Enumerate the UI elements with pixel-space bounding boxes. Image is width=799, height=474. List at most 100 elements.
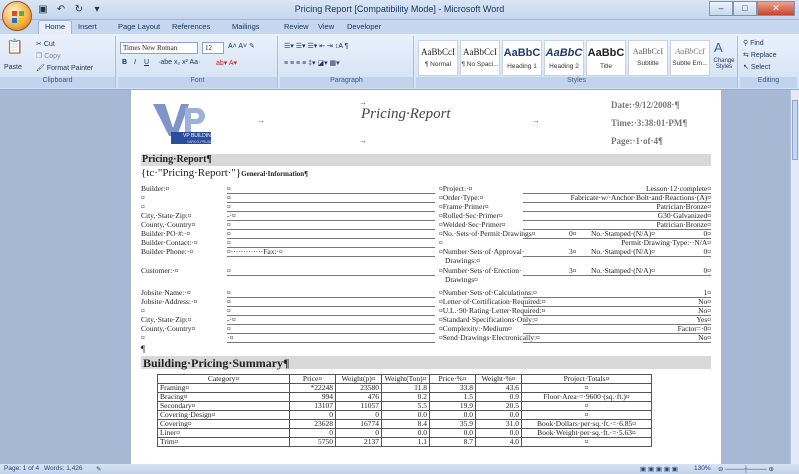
field-underline xyxy=(227,315,435,316)
info-value[interactable]: Patrician·Bronze¤ xyxy=(656,220,711,229)
table-cell: 1.1 xyxy=(381,437,430,447)
info-value[interactable]: ¤ xyxy=(227,229,231,238)
change-styles-label[interactable]: Change Styles xyxy=(712,58,736,70)
info-value[interactable]: -·¤ xyxy=(227,315,236,324)
office-button[interactable] xyxy=(2,1,32,31)
document-page[interactable]: VP BUILDINGS VARCO-PRUDEN Pricing·Report… xyxy=(131,90,721,464)
tab-view[interactable]: View xyxy=(318,22,334,31)
field-underline xyxy=(227,324,435,325)
bold-button[interactable]: B xyxy=(122,59,127,66)
style-heading-1[interactable]: AaBbC Heading 1 xyxy=(502,40,542,76)
tab-mark-icon: → xyxy=(359,98,367,107)
info-value[interactable]: ¤ xyxy=(227,184,231,193)
info-value[interactable]: Lesson·12·complete¤ xyxy=(646,184,711,193)
stamped-label: No.·Stamped·(N/A)¤ xyxy=(591,266,655,275)
tab-insert[interactable]: Insert xyxy=(78,22,97,31)
page-count[interactable]: Page: 1 of 4 xyxy=(4,465,39,472)
info-value[interactable]: Yes¤ xyxy=(696,315,711,324)
info-value[interactable]: ¤ xyxy=(227,288,231,297)
close-button[interactable]: ✕ xyxy=(757,1,795,16)
change-styles-icon[interactable]: A xyxy=(714,40,723,55)
info-value[interactable]: ¤ xyxy=(227,297,231,306)
stamped-sets-count[interactable]: 0¤ xyxy=(569,229,577,238)
info-value[interactable]: ¤ xyxy=(227,306,231,315)
tab-page-layout[interactable]: Page Layout xyxy=(118,22,160,31)
info-value[interactable]: Fabricate·w/·Anchor·Bolt·and·Reactions·(… xyxy=(571,193,711,202)
vertical-scrollbar[interactable] xyxy=(790,90,799,464)
info-value[interactable]: G30·Galvanized¤ xyxy=(658,211,711,220)
info-value[interactable]: 1¤ xyxy=(704,288,712,297)
stamped-label: No.·Stamped·(N/A)¤ xyxy=(591,247,655,256)
info-value[interactable]: ¤ xyxy=(227,324,231,333)
cut-button[interactable]: ✂ Cut xyxy=(36,40,55,48)
find-button[interactable]: ⚲ Find xyxy=(743,39,764,47)
zoom-slider[interactable]: ⊖ ────┼──── ⊕ xyxy=(718,465,774,473)
select-button[interactable]: ↖ Select xyxy=(743,63,770,71)
tab-mark-icon: → xyxy=(257,116,265,125)
general-info-label: General·Information¶ xyxy=(241,170,308,178)
info-value[interactable]: ¤ xyxy=(227,220,231,229)
info-label: Builder·PO·#:·¤ xyxy=(141,229,191,238)
stamped-sets-count[interactable]: 3¤ xyxy=(569,266,577,275)
paste-label[interactable]: Paste xyxy=(4,64,22,71)
tab-mailings[interactable]: Mailings xyxy=(232,22,260,31)
info-value[interactable]: ¤ xyxy=(227,202,231,211)
style-no-spacing[interactable]: AaBbCcI ¶ No Spaci... xyxy=(460,40,500,76)
info-value[interactable]: ¤·············Fax:·¤ xyxy=(227,247,283,256)
view-buttons[interactable]: ▣ ▣ ▣ ▣ ▣ xyxy=(640,465,678,473)
format-painter-button[interactable]: 🖌 Format Painter xyxy=(36,64,93,72)
tab-references[interactable]: References xyxy=(172,22,210,31)
stamped-sets-count[interactable]: 3¤ xyxy=(569,247,577,256)
table-row: Secondary¤ 13107 11057 5.5 19.9 20.5 ¤ xyxy=(157,401,652,411)
tab-review[interactable]: Review xyxy=(284,22,309,31)
info-value[interactable]: 0¤ xyxy=(704,247,712,256)
info-value[interactable]: No¤ xyxy=(698,306,711,315)
info-value[interactable]: ¤ xyxy=(227,238,231,247)
scrollbar-thumb[interactable] xyxy=(792,100,798,160)
table-header-row: Category¤ Price¤ Weight(p)¤ Weight(Ton)¤… xyxy=(157,374,652,384)
info-label: ¤Number·Sets·of·Erection· xyxy=(439,266,522,275)
zoom-level[interactable]: 130% xyxy=(694,465,711,472)
copy-button[interactable]: ❐ Copy xyxy=(36,52,61,60)
grow-shrink-font-buttons[interactable]: A˄ A˅ ✎ xyxy=(228,42,255,50)
info-value[interactable]: ¤ xyxy=(227,266,231,275)
maximize-button[interactable]: □ xyxy=(733,1,757,16)
field-underline xyxy=(227,275,435,276)
info-value[interactable]: No¤ xyxy=(698,333,711,342)
style-normal[interactable]: AaBbCcI ¶ Normal xyxy=(418,40,458,76)
italic-button[interactable]: I xyxy=(134,59,136,66)
status-bar: Page: 1 of 4 Words: 1,426 ✎ ▣ ▣ ▣ ▣ ▣ 13… xyxy=(0,464,799,474)
tab-developer[interactable]: Developer xyxy=(347,22,381,31)
word-count[interactable]: Words: 1,426 xyxy=(44,465,83,472)
font-name-combo[interactable]: Times New Roman xyxy=(120,42,198,54)
info-value[interactable]: Permit·Drawing·Type:··N/A¤ xyxy=(621,238,711,247)
table-cell: ¤ xyxy=(521,437,652,447)
info-value[interactable]: ·¤ xyxy=(227,333,233,342)
info-label: ¤Project:·¤ xyxy=(439,184,473,193)
info-value[interactable]: -·¤ xyxy=(227,211,236,220)
info-value[interactable]: No¤ xyxy=(698,297,711,306)
info-value[interactable]: 0¤ xyxy=(704,229,712,238)
proofing-icon[interactable]: ✎ xyxy=(96,465,101,473)
alignment-buttons[interactable]: ≡ ≡ ≡ ≡ ‡▾ ◪▾ ▦▾ xyxy=(284,59,340,67)
info-label: Jobsite·Address:·¤ xyxy=(141,297,198,306)
info-label: ¤U.L.·90·Rating·Letter·Required:¤ xyxy=(439,306,546,315)
info-value[interactable]: 0¤ xyxy=(704,266,712,275)
info-value[interactable]: Patrician·Bronze¤ xyxy=(656,202,711,211)
font-effects-buttons[interactable]: ·abe x₂ x² Aa· xyxy=(158,59,200,66)
style-subtle-emphasis[interactable]: AaBbCcI Subtle Em... xyxy=(670,40,710,76)
style-subtitle[interactable]: AaBbCcI Subtitle xyxy=(628,40,668,76)
style-title[interactable]: AaBbC Title xyxy=(586,40,626,76)
underline-button[interactable]: U xyxy=(144,59,149,66)
info-value[interactable]: Factor=·0¤ xyxy=(678,324,711,333)
list-buttons[interactable]: ☰▾ ☰▾ ☰▾ ⇤ ⇥ ↕A ¶ xyxy=(284,42,348,50)
highlight-color-button[interactable]: ab▾ A▾ xyxy=(216,59,237,67)
style-heading-2[interactable]: AaBbC Heading 2 xyxy=(544,40,584,76)
minimize-button[interactable]: – xyxy=(709,1,733,16)
font-size-combo[interactable]: 12 xyxy=(202,42,224,54)
replace-button[interactable]: ⇆ Replace xyxy=(743,51,777,59)
tab-home[interactable]: Home xyxy=(38,20,73,34)
info-label: County,·Country¤ xyxy=(141,220,196,229)
info-value[interactable]: ¤ xyxy=(227,193,231,202)
paste-icon[interactable]: 📋 xyxy=(6,39,24,60)
